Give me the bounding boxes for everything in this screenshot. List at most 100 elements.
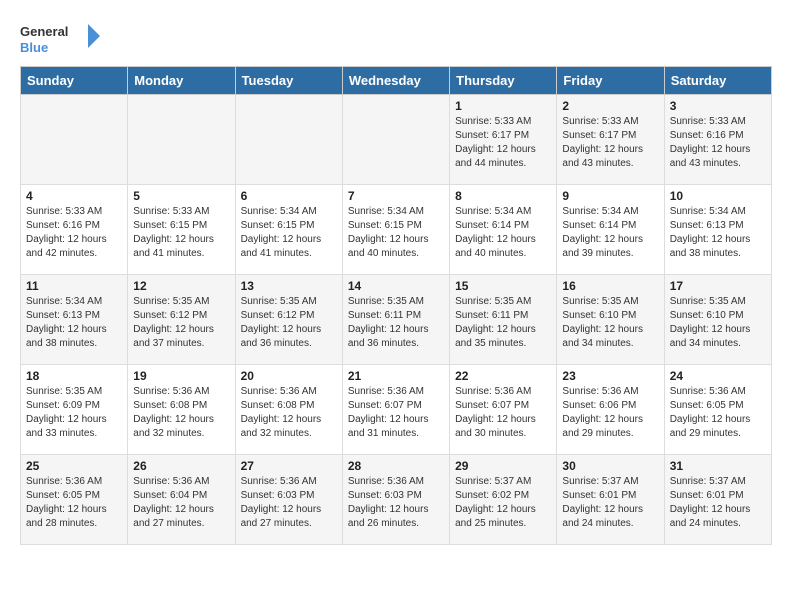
day-number: 8 [455, 189, 551, 203]
day-number: 11 [26, 279, 122, 293]
day-number: 20 [241, 369, 337, 383]
day-number: 19 [133, 369, 229, 383]
day-30: 30 Sunrise: 5:37 AM Sunset: 6:01 PM Dayli… [557, 455, 664, 545]
logo-svg: General Blue [20, 20, 100, 56]
day-number: 5 [133, 189, 229, 203]
day-number: 13 [241, 279, 337, 293]
day-info: Sunrise: 5:36 AM Sunset: 6:08 PM Dayligh… [241, 385, 337, 441]
day-16: 16 Sunrise: 5:35 AM Sunset: 6:10 PM Dayli… [557, 275, 664, 365]
day-info: Sunrise: 5:35 AM Sunset: 6:11 PM Dayligh… [348, 295, 444, 351]
day-number: 1 [455, 99, 551, 113]
day-13: 13Sunrise: 5:35 AM Sunset: 6:12 PM Dayli… [235, 275, 342, 365]
day-number: 17 [670, 279, 766, 293]
day-info: Sunrise: 5:35 AM Sunset: 6:12 PM Dayligh… [133, 295, 229, 351]
day-24: 24 Sunrise: 5:36 AM Sunset: 6:05 PM Dayli… [664, 365, 771, 455]
day-info: Sunrise: 5:35 AM Sunset: 6:10 PM Dayligh… [562, 295, 658, 351]
day-info: Sunrise: 5:36 AM Sunset: 6:07 PM Dayligh… [455, 385, 551, 441]
day-12: 12 Sunrise: 5:35 AM Sunset: 6:12 PM Dayli… [128, 275, 235, 365]
col-header-tuesday: Tuesday [235, 67, 342, 95]
day-7: 7 Sunrise: 5:34 AM Sunset: 6:15 PM Daylig… [342, 185, 449, 275]
day-number: 6 [241, 189, 337, 203]
day-number: 12 [133, 279, 229, 293]
day-3: 3Sunrise: 5:33 AM Sunset: 6:16 PM Daylig… [664, 95, 771, 185]
day-info: Sunrise: 5:34 AM Sunset: 6:14 PM Dayligh… [455, 205, 551, 261]
day-29: 29 Sunrise: 5:37 AM Sunset: 6:02 PM Dayli… [450, 455, 557, 545]
week-row-4: 18Sunrise: 5:35 AM Sunset: 6:09 PM Dayli… [21, 365, 772, 455]
day-info: Sunrise: 5:36 AM Sunset: 6:07 PM Dayligh… [348, 385, 444, 441]
day-info: Sunrise: 5:36 AM Sunset: 6:03 PM Dayligh… [241, 475, 337, 531]
day-info: Sunrise: 5:34 AM Sunset: 6:15 PM Dayligh… [348, 205, 444, 261]
day-info: Sunrise: 5:33 AM Sunset: 6:17 PM Dayligh… [455, 115, 551, 171]
day-18: 18Sunrise: 5:35 AM Sunset: 6:09 PM Dayli… [21, 365, 128, 455]
day-number: 23 [562, 369, 658, 383]
day-number: 26 [133, 459, 229, 473]
day-14: 14 Sunrise: 5:35 AM Sunset: 6:11 PM Dayli… [342, 275, 449, 365]
day-23: 23 Sunrise: 5:36 AM Sunset: 6:06 PM Dayli… [557, 365, 664, 455]
col-header-friday: Friday [557, 67, 664, 95]
day-info: Sunrise: 5:34 AM Sunset: 6:13 PM Dayligh… [26, 295, 122, 351]
day-1: 1 Sunrise: 5:33 AM Sunset: 6:17 PM Daylig… [450, 95, 557, 185]
day-info: Sunrise: 5:36 AM Sunset: 6:05 PM Dayligh… [670, 385, 766, 441]
week-row-2: 4 Sunrise: 5:33 AM Sunset: 6:16 PM Daylig… [21, 185, 772, 275]
day-number: 14 [348, 279, 444, 293]
day-number: 2 [562, 99, 658, 113]
day-4: 4 Sunrise: 5:33 AM Sunset: 6:16 PM Daylig… [21, 185, 128, 275]
day-number: 27 [241, 459, 337, 473]
week-row-1: 1 Sunrise: 5:33 AM Sunset: 6:17 PM Daylig… [21, 95, 772, 185]
week-row-3: 11 Sunrise: 5:34 AM Sunset: 6:13 PM Dayli… [21, 275, 772, 365]
day-22: 22Sunrise: 5:36 AM Sunset: 6:07 PM Dayli… [450, 365, 557, 455]
page-header: General Blue [20, 20, 772, 56]
day-info: Sunrise: 5:33 AM Sunset: 6:15 PM Dayligh… [133, 205, 229, 261]
col-header-wednesday: Wednesday [342, 67, 449, 95]
day-17: 17 Sunrise: 5:35 AM Sunset: 6:10 PM Dayli… [664, 275, 771, 365]
day-info: Sunrise: 5:35 AM Sunset: 6:11 PM Dayligh… [455, 295, 551, 351]
day-31: 31Sunrise: 5:37 AM Sunset: 6:01 PM Dayli… [664, 455, 771, 545]
day-info: Sunrise: 5:36 AM Sunset: 6:06 PM Dayligh… [562, 385, 658, 441]
day-info: Sunrise: 5:33 AM Sunset: 6:16 PM Dayligh… [26, 205, 122, 261]
day-6: 6 Sunrise: 5:34 AM Sunset: 6:15 PM Daylig… [235, 185, 342, 275]
day-number: 7 [348, 189, 444, 203]
day-info: Sunrise: 5:34 AM Sunset: 6:13 PM Dayligh… [670, 205, 766, 261]
day-2: 2Sunrise: 5:33 AM Sunset: 6:17 PM Daylig… [557, 95, 664, 185]
day-9: 9 Sunrise: 5:34 AM Sunset: 6:14 PM Daylig… [557, 185, 664, 275]
day-info: Sunrise: 5:33 AM Sunset: 6:16 PM Dayligh… [670, 115, 766, 171]
svg-text:General: General [20, 24, 68, 39]
day-info: Sunrise: 5:35 AM Sunset: 6:10 PM Dayligh… [670, 295, 766, 351]
day-number: 30 [562, 459, 658, 473]
day-number: 24 [670, 369, 766, 383]
empty-day [235, 95, 342, 185]
day-27: 27 Sunrise: 5:36 AM Sunset: 6:03 PM Dayli… [235, 455, 342, 545]
empty-day [21, 95, 128, 185]
day-number: 29 [455, 459, 551, 473]
col-header-thursday: Thursday [450, 67, 557, 95]
col-header-sunday: Sunday [21, 67, 128, 95]
day-number: 28 [348, 459, 444, 473]
day-info: Sunrise: 5:34 AM Sunset: 6:15 PM Dayligh… [241, 205, 337, 261]
day-number: 16 [562, 279, 658, 293]
day-number: 9 [562, 189, 658, 203]
day-15: 15 Sunrise: 5:35 AM Sunset: 6:11 PM Dayli… [450, 275, 557, 365]
day-number: 15 [455, 279, 551, 293]
empty-day [128, 95, 235, 185]
day-28: 28Sunrise: 5:36 AM Sunset: 6:03 PM Dayli… [342, 455, 449, 545]
day-number: 21 [348, 369, 444, 383]
day-info: Sunrise: 5:37 AM Sunset: 6:01 PM Dayligh… [562, 475, 658, 531]
day-number: 4 [26, 189, 122, 203]
day-info: Sunrise: 5:36 AM Sunset: 6:08 PM Dayligh… [133, 385, 229, 441]
day-number: 18 [26, 369, 122, 383]
day-5: 5 Sunrise: 5:33 AM Sunset: 6:15 PM Daylig… [128, 185, 235, 275]
day-info: Sunrise: 5:34 AM Sunset: 6:14 PM Dayligh… [562, 205, 658, 261]
svg-text:Blue: Blue [20, 40, 48, 55]
week-row-5: 25Sunrise: 5:36 AM Sunset: 6:05 PM Dayli… [21, 455, 772, 545]
day-20: 20 Sunrise: 5:36 AM Sunset: 6:08 PM Dayli… [235, 365, 342, 455]
col-header-monday: Monday [128, 67, 235, 95]
day-number: 31 [670, 459, 766, 473]
day-info: Sunrise: 5:36 AM Sunset: 6:04 PM Dayligh… [133, 475, 229, 531]
day-number: 25 [26, 459, 122, 473]
day-21: 21 Sunrise: 5:36 AM Sunset: 6:07 PM Dayli… [342, 365, 449, 455]
day-number: 10 [670, 189, 766, 203]
day-info: Sunrise: 5:37 AM Sunset: 6:02 PM Dayligh… [455, 475, 551, 531]
col-header-saturday: Saturday [664, 67, 771, 95]
day-8: 8 Sunrise: 5:34 AM Sunset: 6:14 PM Daylig… [450, 185, 557, 275]
calendar-table: SundayMondayTuesdayWednesdayThursdayFrid… [20, 66, 772, 545]
